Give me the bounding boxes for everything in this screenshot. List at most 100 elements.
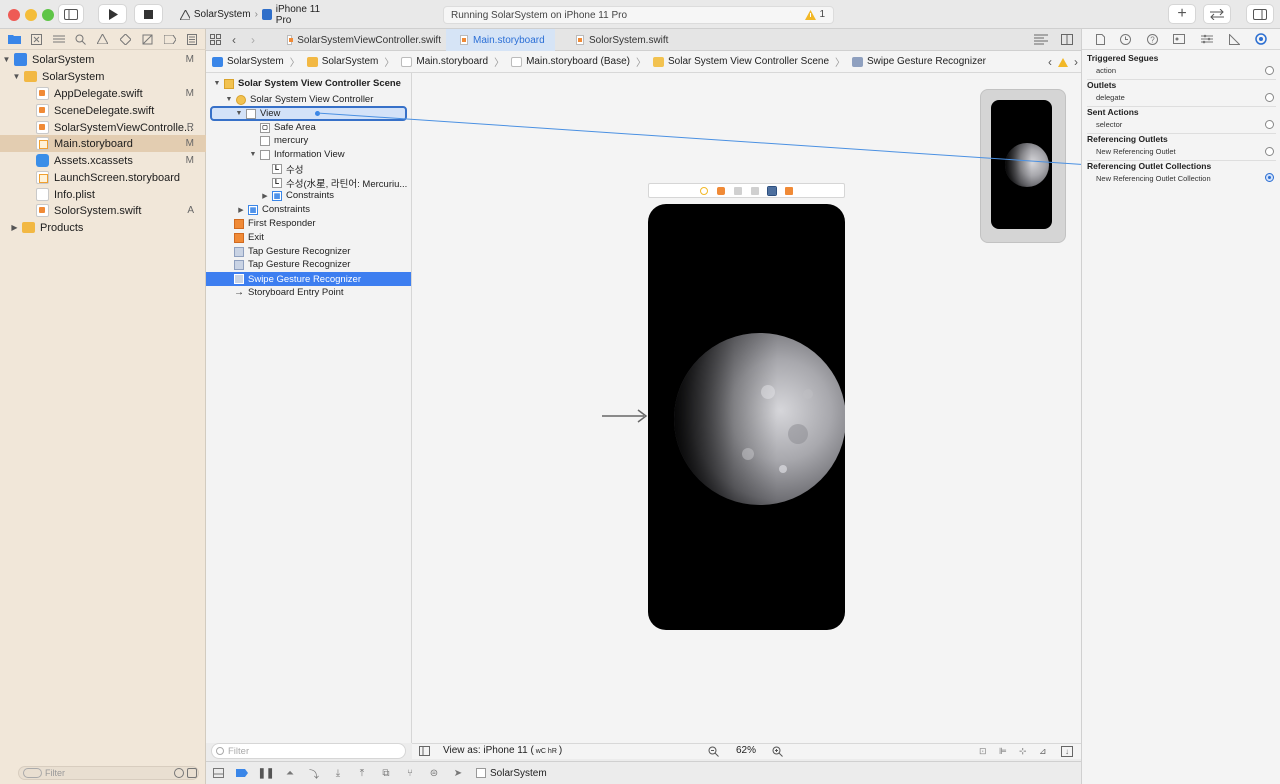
navigator-item-file[interactable]: AppDelegate.swift M [0,85,206,102]
outline-item-information-view[interactable]: ▼ Information View [206,148,411,161]
outline-item-entry-point[interactable]: → Storyboard Entry Point [206,286,411,299]
filter-options-icon[interactable] [23,768,42,778]
view-hierarchy-icon[interactable]: ⧉ [374,766,398,780]
test-icon[interactable] [118,32,132,46]
file-inspector-icon[interactable] [1095,33,1105,45]
code-review-button[interactable] [1203,4,1231,24]
related-items-icon[interactable] [210,34,221,45]
back-chevron-icon[interactable]: ‹ [232,33,236,47]
outline-item-tap-gesture[interactable]: Tap Gesture Recognizer [206,258,411,271]
split-editor-icon[interactable] [1061,34,1073,45]
outline-item-label[interactable]: L 수성 [206,162,411,176]
inspector-toggle-button[interactable] [1246,4,1274,24]
process-selector[interactable]: SolarSystem [476,768,547,779]
exit-dock-icon[interactable] [785,186,793,195]
outline-item-first-responder[interactable]: First Responder [206,217,411,230]
recent-files-icon[interactable] [174,768,184,778]
align-icon[interactable]: ⊫ [999,746,1007,757]
navigator-item-project[interactable]: ▼ SolarSystem M [0,51,206,68]
disclosure-down-icon[interactable]: ▼ [224,96,234,103]
disclosure-down-icon[interactable]: ▼ [2,55,11,64]
disclosure-right-icon[interactable]: ▶ [236,206,246,214]
step-over-icon[interactable]: ⤵ [302,766,326,781]
outline-item-view[interactable]: ▼ View [210,106,407,121]
connection-well-active[interactable] [1265,173,1274,182]
hide-debug-area-icon[interactable] [206,766,230,780]
step-into-icon[interactable]: ⤓ [326,766,350,780]
tab-solorsystem[interactable]: SolorSystem.swift [572,29,682,51]
view-controller-dock-icon[interactable] [700,186,708,195]
tap-gesture-dock-icon[interactable] [751,186,759,195]
jumpbar-item[interactable]: SolarSystem 〉 [212,54,300,69]
navigator-filter-field[interactable]: Filter [18,766,199,780]
source-control-icon[interactable] [29,32,43,46]
outline-item-image-view[interactable]: mercury [206,134,411,147]
resolve-issues-icon[interactable]: ⊿ [1039,746,1047,757]
outline-item-safe-area[interactable]: ▢ Safe Area [206,121,411,134]
outline-item-swipe-gesture-selected[interactable]: Swipe Gesture Recognizer [206,272,411,286]
zoom-in-icon[interactable] [772,746,783,757]
scheme-selector[interactable]: SolarSystem › iPhone 11 Pro [176,4,332,26]
connection-well[interactable] [1265,120,1274,129]
zoom-level[interactable]: 62% [736,745,756,756]
run-button[interactable] [98,4,127,24]
disclosure-down-icon[interactable]: ▼ [234,110,244,117]
memory-graph-icon[interactable]: ⑂ [398,766,422,780]
zoom-window-button[interactable] [42,9,54,21]
navigator-item-file[interactable]: SolarSystemViewControlle... R [0,119,206,136]
navigator-item-file[interactable]: LaunchScreen.storyboard [0,169,206,186]
previous-issue-icon[interactable]: ‹ [1048,55,1052,69]
zoom-out-icon[interactable] [708,746,719,757]
navigator-toggle-button[interactable] [58,4,84,24]
editor-options-icon[interactable] [1034,34,1048,45]
entry-point-arrow-icon[interactable] [600,408,648,424]
connections-inspector-icon[interactable] [1255,33,1267,45]
quick-help-icon[interactable]: ? [1146,33,1158,45]
view-as-device-button[interactable]: View as: iPhone 11 ( wC hR ) [443,745,562,756]
identity-inspector-icon[interactable] [1173,34,1186,44]
search-icon[interactable] [74,32,88,46]
disclosure-down-icon[interactable]: ▼ [212,80,222,87]
navigator-item-file[interactable]: SceneDelegate.swift [0,102,206,119]
outline-item-scene[interactable]: ▼ Solar System View Controller Scene [206,77,411,90]
disclosure-down-icon[interactable]: ▼ [12,72,21,81]
tap-gesture-dock-icon[interactable] [734,186,742,195]
connection-well[interactable] [1265,66,1274,75]
library-button[interactable]: + [1168,4,1196,24]
outline-filter-field[interactable]: Filter [211,743,406,759]
debug-icon[interactable] [140,32,154,46]
outline-item-exit[interactable]: Exit [206,231,411,244]
jumpbar-item[interactable]: SolarSystem 〉 [306,54,394,69]
attributes-inspector-icon[interactable] [1201,34,1214,44]
folder-icon[interactable] [7,32,21,46]
close-window-button[interactable] [8,9,20,21]
stop-button[interactable] [134,4,163,24]
navigator-item-file[interactable]: Assets.xcassets M [0,152,206,169]
outline-item-constraints[interactable]: ▶ ▦ Constraints [206,189,411,202]
minimize-window-button[interactable] [25,9,37,21]
connection-well[interactable] [1265,93,1274,102]
jumpbar-item[interactable]: Main.storyboard (Base) 〉 [511,54,646,69]
outline-toggle-icon[interactable] [419,746,430,756]
symbol-icon[interactable] [52,32,66,46]
jumpbar-item[interactable]: Solar System View Controller Scene 〉 [653,54,845,69]
tab-main-storyboard[interactable]: Main.storyboard [446,29,555,51]
jumpbar-item[interactable]: Main.storyboard 〉 [401,54,504,69]
step-out-icon[interactable]: ⤒ [350,766,374,780]
breakpoints-toggle-icon[interactable] [230,766,254,780]
scm-filter-icon[interactable] [187,768,197,778]
navigator-item-group[interactable]: ▶ Products [0,219,206,236]
disclosure-right-icon[interactable]: ▶ [10,223,19,232]
simulate-location-icon[interactable]: ➤ [446,766,470,780]
swipe-gesture-dock-icon[interactable] [767,185,777,196]
disclosure-down-icon[interactable]: ▼ [248,151,258,158]
update-frames-icon[interactable]: ⊡ [979,746,987,757]
connection-well[interactable] [1265,147,1274,156]
add-constraints-icon[interactable]: ⊹ [1019,746,1027,757]
disclosure-right-icon[interactable]: ▶ [260,192,270,200]
warning-indicator[interactable]: 1 [805,9,825,20]
view-controller-scene[interactable] [648,204,845,630]
navigator-item-file-selected[interactable]: Main.storyboard M [0,135,206,152]
outline-item-constraints[interactable]: ▶ ▦ Constraints [206,203,411,216]
tab-solarsystemviewcontroller[interactable]: SolarSystemViewController.swift [283,29,441,51]
